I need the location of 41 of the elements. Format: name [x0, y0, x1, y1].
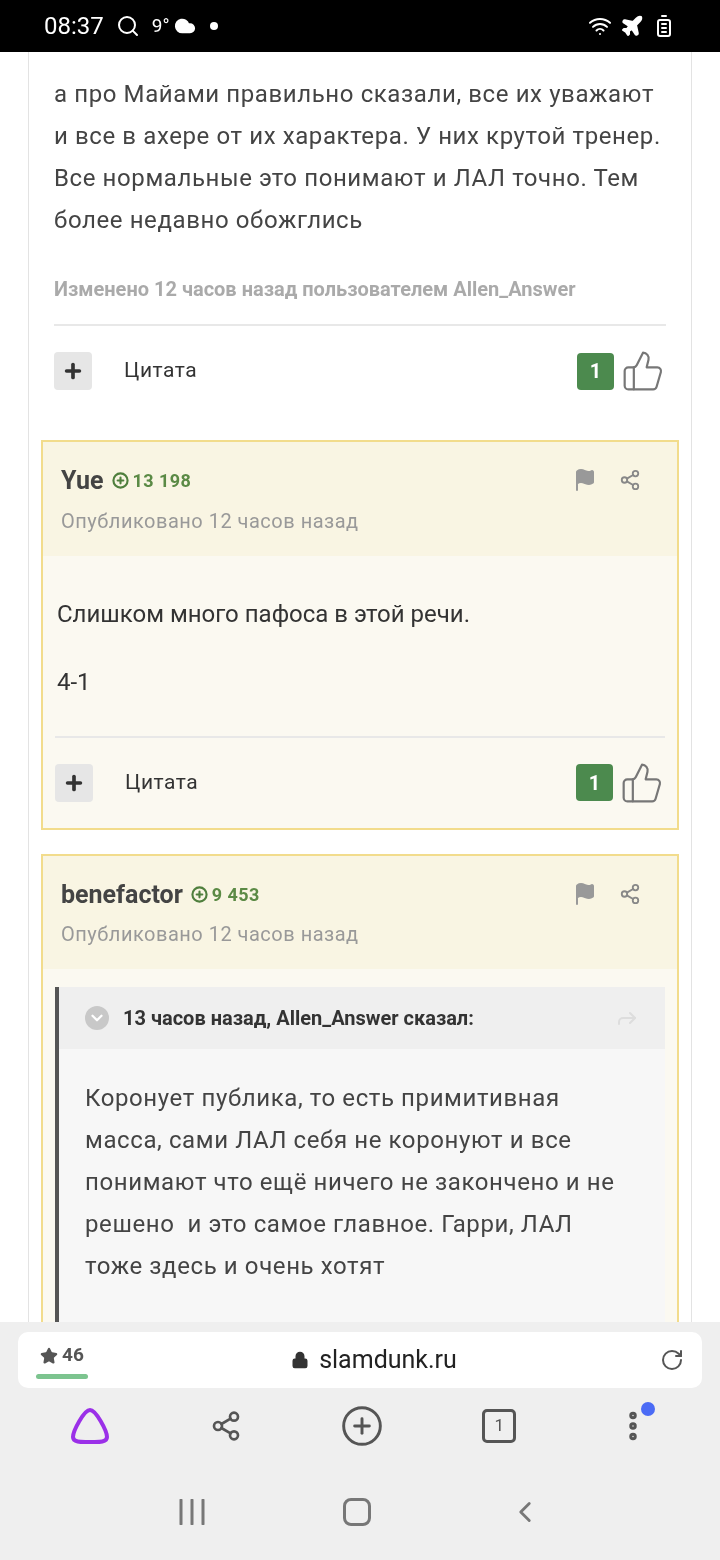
- add-button[interactable]: [54, 352, 92, 390]
- new-tab-icon[interactable]: [339, 1404, 384, 1448]
- like-count: 1: [577, 352, 614, 390]
- recent-apps-icon[interactable]: [178, 1499, 207, 1525]
- quote-text: Коронует публика, то есть примитивная масса, сами ЛАЛ себя не коронуют и все понимают что ещё ничего не закончено и не решено и это самое главное. Гарри, ЛАЛ тоже здесь и очень хотят: [84, 1083, 616, 1282]
- collapse-icon: [85, 1006, 109, 1030]
- lock-icon: [291, 1351, 310, 1369]
- assistant-icon[interactable]: [69, 1407, 112, 1445]
- reputation-count: 9 453: [211, 882, 260, 907]
- flag-icon: [573, 468, 597, 492]
- status-time: 08:37: [44, 11, 104, 42]
- quote-link[interactable]: Цитата: [124, 355, 198, 387]
- quote-link[interactable]: Цитата: [125, 766, 199, 799]
- share-icon: [619, 882, 641, 905]
- edited-note: Изменено 12 часов назад пользователем Allen_Answer: [54, 276, 577, 303]
- tabs-button[interactable]: 1: [482, 1409, 517, 1443]
- search-icon: [115, 14, 140, 38]
- author-name[interactable]: benefactor: [61, 875, 183, 913]
- flag-icon: [573, 881, 597, 906]
- star-icon: [40, 1346, 59, 1365]
- bookmark-count: 46: [62, 1342, 84, 1369]
- author-name[interactable]: Yue: [61, 462, 104, 500]
- quote-header: 13 часов назад, Allen_Answer сказал:: [123, 1005, 474, 1032]
- like-count: 1: [576, 764, 613, 801]
- home-icon[interactable]: [343, 1498, 371, 1526]
- thumbs-up-icon: [621, 349, 665, 393]
- url-text: slamdunk.ru: [319, 1344, 457, 1377]
- reload-icon[interactable]: [660, 1348, 684, 1372]
- add-button[interactable]: [55, 763, 93, 802]
- reputation-icon: [190, 885, 208, 903]
- post-text: 4-1: [56, 667, 92, 696]
- temperature: 9°: [151, 12, 170, 39]
- airplane-icon: [620, 14, 644, 38]
- plus-icon: [62, 360, 84, 382]
- reputation-count: 13 198: [132, 469, 192, 494]
- post-date: Опубликовано 12 часов назад: [61, 507, 360, 535]
- reputation-icon: [111, 472, 129, 490]
- post-text: Слишком много пафоса в этой речи.: [56, 599, 471, 628]
- post-date: Опубликовано 12 часов назад: [61, 921, 360, 948]
- share-icon: [619, 469, 641, 491]
- post-text: а про Майами правильно сказали, все их уважают и все в ахере от их характера. У них крутой тренер. Все нормальные это понимают и ЛАЛ точно. Тем более недавно обожглись: [54, 79, 662, 236]
